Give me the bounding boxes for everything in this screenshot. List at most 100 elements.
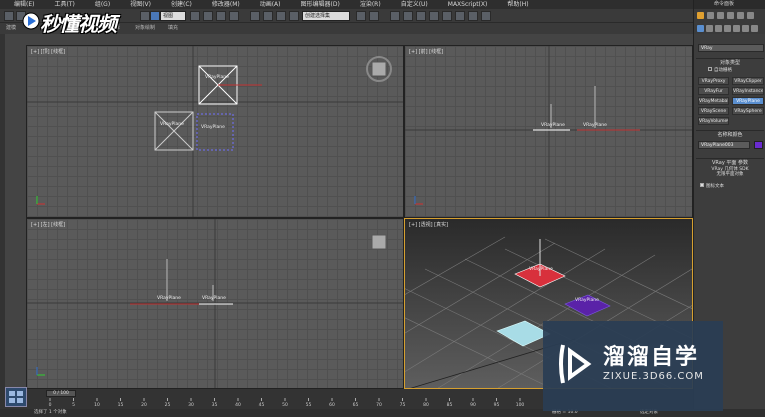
- vraymetaball-button[interactable]: VRayMetaball: [698, 97, 729, 105]
- autogrid-label: 自动栅格: [714, 68, 732, 73]
- render-frame-icon[interactable]: [468, 11, 478, 21]
- reference-coord-dropdown[interactable]: 视图: [160, 11, 186, 21]
- layers-icon: [9, 391, 23, 403]
- time-slider[interactable]: 0 / 100: [46, 390, 76, 397]
- object-label: VRayPlane: [202, 296, 226, 301]
- name-color-title[interactable]: 名称和颜色: [696, 131, 764, 139]
- mini-listener[interactable]: [5, 387, 27, 407]
- vrayvolumegrid-button[interactable]: VRayVolumeGrid: [698, 117, 729, 125]
- modify-tab-icon[interactable]: [707, 12, 714, 19]
- menu-rendering[interactable]: 渲染(R): [346, 0, 387, 9]
- top-plane-1[interactable]: [198, 65, 262, 105]
- ribbon-toggle-icon[interactable]: [403, 11, 413, 21]
- vrayclipper-button[interactable]: VRayClipper: [732, 77, 764, 85]
- menu-help[interactable]: 帮助(H): [493, 0, 534, 9]
- utilities-tab-icon[interactable]: [747, 12, 754, 19]
- render-icon[interactable]: [481, 11, 491, 21]
- icon-text-checkbox[interactable]: 图标文本: [700, 183, 724, 189]
- name-color-rollout: 名称和颜色 VRayPlane003: [696, 130, 764, 154]
- persp-plane-red[interactable]: [514, 239, 566, 288]
- params-title[interactable]: VRay 平面 参数: [696, 159, 764, 167]
- top-plane-3[interactable]: [196, 113, 234, 151]
- viewport-left[interactable]: [+] [左] [线框] VRayPlane VRayPlane: [26, 218, 404, 389]
- lights-icon[interactable]: [715, 25, 722, 32]
- viewcube-top[interactable]: [366, 56, 392, 82]
- cameras-icon[interactable]: [724, 25, 731, 32]
- vrayplane-button[interactable]: VRayPlane: [732, 97, 764, 105]
- curve-editor-icon[interactable]: [416, 11, 426, 21]
- menu-customize[interactable]: 自定义(U): [387, 0, 434, 9]
- align-icon[interactable]: [369, 11, 379, 21]
- shapes-icon[interactable]: [706, 25, 713, 32]
- top-plane-2[interactable]: [154, 111, 194, 151]
- geometry-icon[interactable]: [697, 25, 704, 32]
- vrayinstancer-button[interactable]: VRayInstancer: [732, 87, 764, 95]
- systems-icon[interactable]: [751, 25, 758, 32]
- object-label: VRayPlane: [575, 298, 599, 303]
- percent-snap-icon[interactable]: [276, 11, 286, 21]
- params-line-2: 无限平面对象: [716, 172, 744, 177]
- vrayscene-button[interactable]: VRayScene: [698, 107, 729, 115]
- undo-icon[interactable]: [4, 11, 14, 21]
- ribbon-tab-populate[interactable]: 填充: [168, 23, 178, 34]
- axis-tripod-left: [36, 367, 45, 376]
- layer-manager-icon[interactable]: [390, 11, 400, 21]
- left-plane-2[interactable]: [199, 285, 233, 305]
- vrayfur-button[interactable]: VRayFur: [698, 87, 729, 95]
- create-tab-icon[interactable]: [697, 12, 704, 19]
- autogrid-checkbox[interactable]: 自动栅格: [708, 67, 732, 73]
- move-icon[interactable]: [203, 11, 213, 21]
- vrayproxy-button[interactable]: VRayProxy: [698, 77, 729, 85]
- timeline-tick-label: 80: [423, 402, 429, 406]
- motion-tab-icon[interactable]: [727, 12, 734, 19]
- object-type-title[interactable]: 对象类型: [696, 59, 764, 67]
- display-tab-icon[interactable]: [737, 12, 744, 19]
- helpers-icon[interactable]: [733, 25, 740, 32]
- viewport-top[interactable]: [+] [顶] [线框] VRayPlane VRayPlane VRayPla…: [26, 45, 404, 218]
- menu-animation[interactable]: 动画(A): [246, 0, 287, 9]
- viewcube-left[interactable]: [371, 234, 387, 250]
- menu-create[interactable]: 创建(C): [157, 0, 198, 9]
- timeline-tick-label: 45: [259, 402, 265, 406]
- snap-icon[interactable]: [250, 11, 260, 21]
- timeline-tick-label: 35: [212, 402, 218, 406]
- scale-icon[interactable]: [229, 11, 239, 21]
- schematic-view-icon[interactable]: [429, 11, 439, 21]
- bottom-right-watermark: 溜溜自学 ZIXUE.3D66.COM: [543, 321, 723, 411]
- select-by-name-icon[interactable]: [190, 11, 200, 21]
- select-icon[interactable]: [140, 11, 150, 21]
- hierarchy-tab-icon[interactable]: [717, 12, 724, 19]
- watermark-title: 溜溜自学: [603, 345, 700, 370]
- object-label: VRayPlane: [157, 296, 181, 301]
- timeline-tick-label: 85: [447, 402, 453, 406]
- select-object-icon[interactable]: [150, 11, 160, 21]
- viewport-front[interactable]: [+] [前] [线框] VRayPlane VRayPlane: [404, 45, 693, 218]
- menu-modifiers[interactable]: 修改器(M): [198, 0, 246, 9]
- timeline-tick-label: 25: [165, 402, 171, 406]
- object-color-swatch[interactable]: [754, 141, 763, 149]
- menu-graph-editors[interactable]: 图形编辑器(D): [287, 0, 346, 9]
- spacewarps-icon[interactable]: [742, 25, 749, 32]
- spinner-snap-icon[interactable]: [289, 11, 299, 21]
- timeline-ruler[interactable]: 0 5 10 15 20 25 30 35 40 45 50 55 60 65 70 75 80 85 90 95 10…: [46, 398, 526, 406]
- timeline-tick-label: 30: [188, 402, 194, 406]
- ribbon-tab-modeling[interactable]: 建模: [6, 23, 16, 34]
- mirror-icon[interactable]: [356, 11, 366, 21]
- menu-maxscript[interactable]: MAXScript(X): [434, 0, 494, 9]
- timeline-tick-label: 0: [49, 402, 52, 406]
- material-editor-icon[interactable]: [442, 11, 452, 21]
- vray-plane-params-rollout: VRay 平面 参数 VRay 几何体 SDK 无限平面对象 图标文本: [696, 158, 764, 194]
- timeline-tick-label: 65: [353, 402, 359, 406]
- play-logo-icon: [559, 344, 592, 384]
- render-setup-icon[interactable]: [455, 11, 465, 21]
- rotate-icon[interactable]: [216, 11, 226, 21]
- object-type-rollout: 对象类型 自动栅格 VRayProxy VRayClipper VRayFur …: [696, 58, 764, 125]
- object-category-dropdown[interactable]: VRay: [698, 44, 764, 52]
- timeline-tick-label: 70: [376, 402, 382, 406]
- object-name-field[interactable]: VRayPlane003: [698, 141, 750, 149]
- named-selection-set-dropdown[interactable]: 创建选择集: [302, 11, 350, 21]
- angle-snap-icon[interactable]: [263, 11, 273, 21]
- object-label: VRayPlane: [583, 123, 607, 128]
- selection-status: 选择了 1 个对象: [34, 410, 67, 415]
- vraysphere-button[interactable]: VRaySphere: [732, 107, 764, 115]
